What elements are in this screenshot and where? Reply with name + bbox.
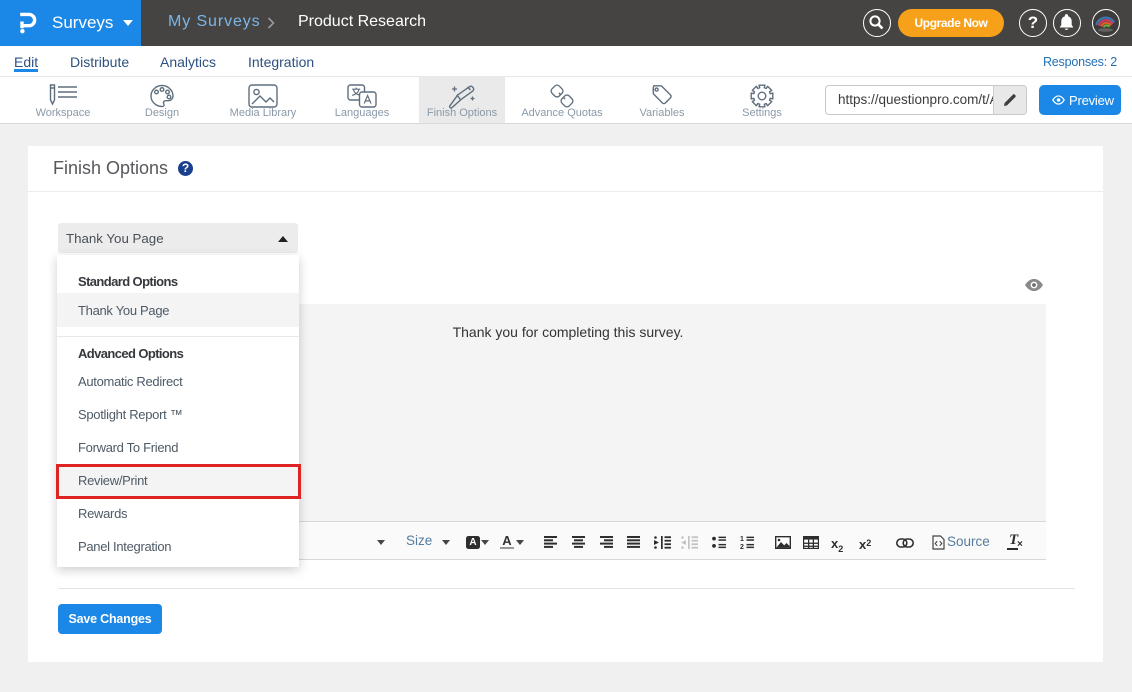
svg-text:2: 2 [740, 544, 744, 549]
svg-text:1: 1 [740, 536, 744, 543]
